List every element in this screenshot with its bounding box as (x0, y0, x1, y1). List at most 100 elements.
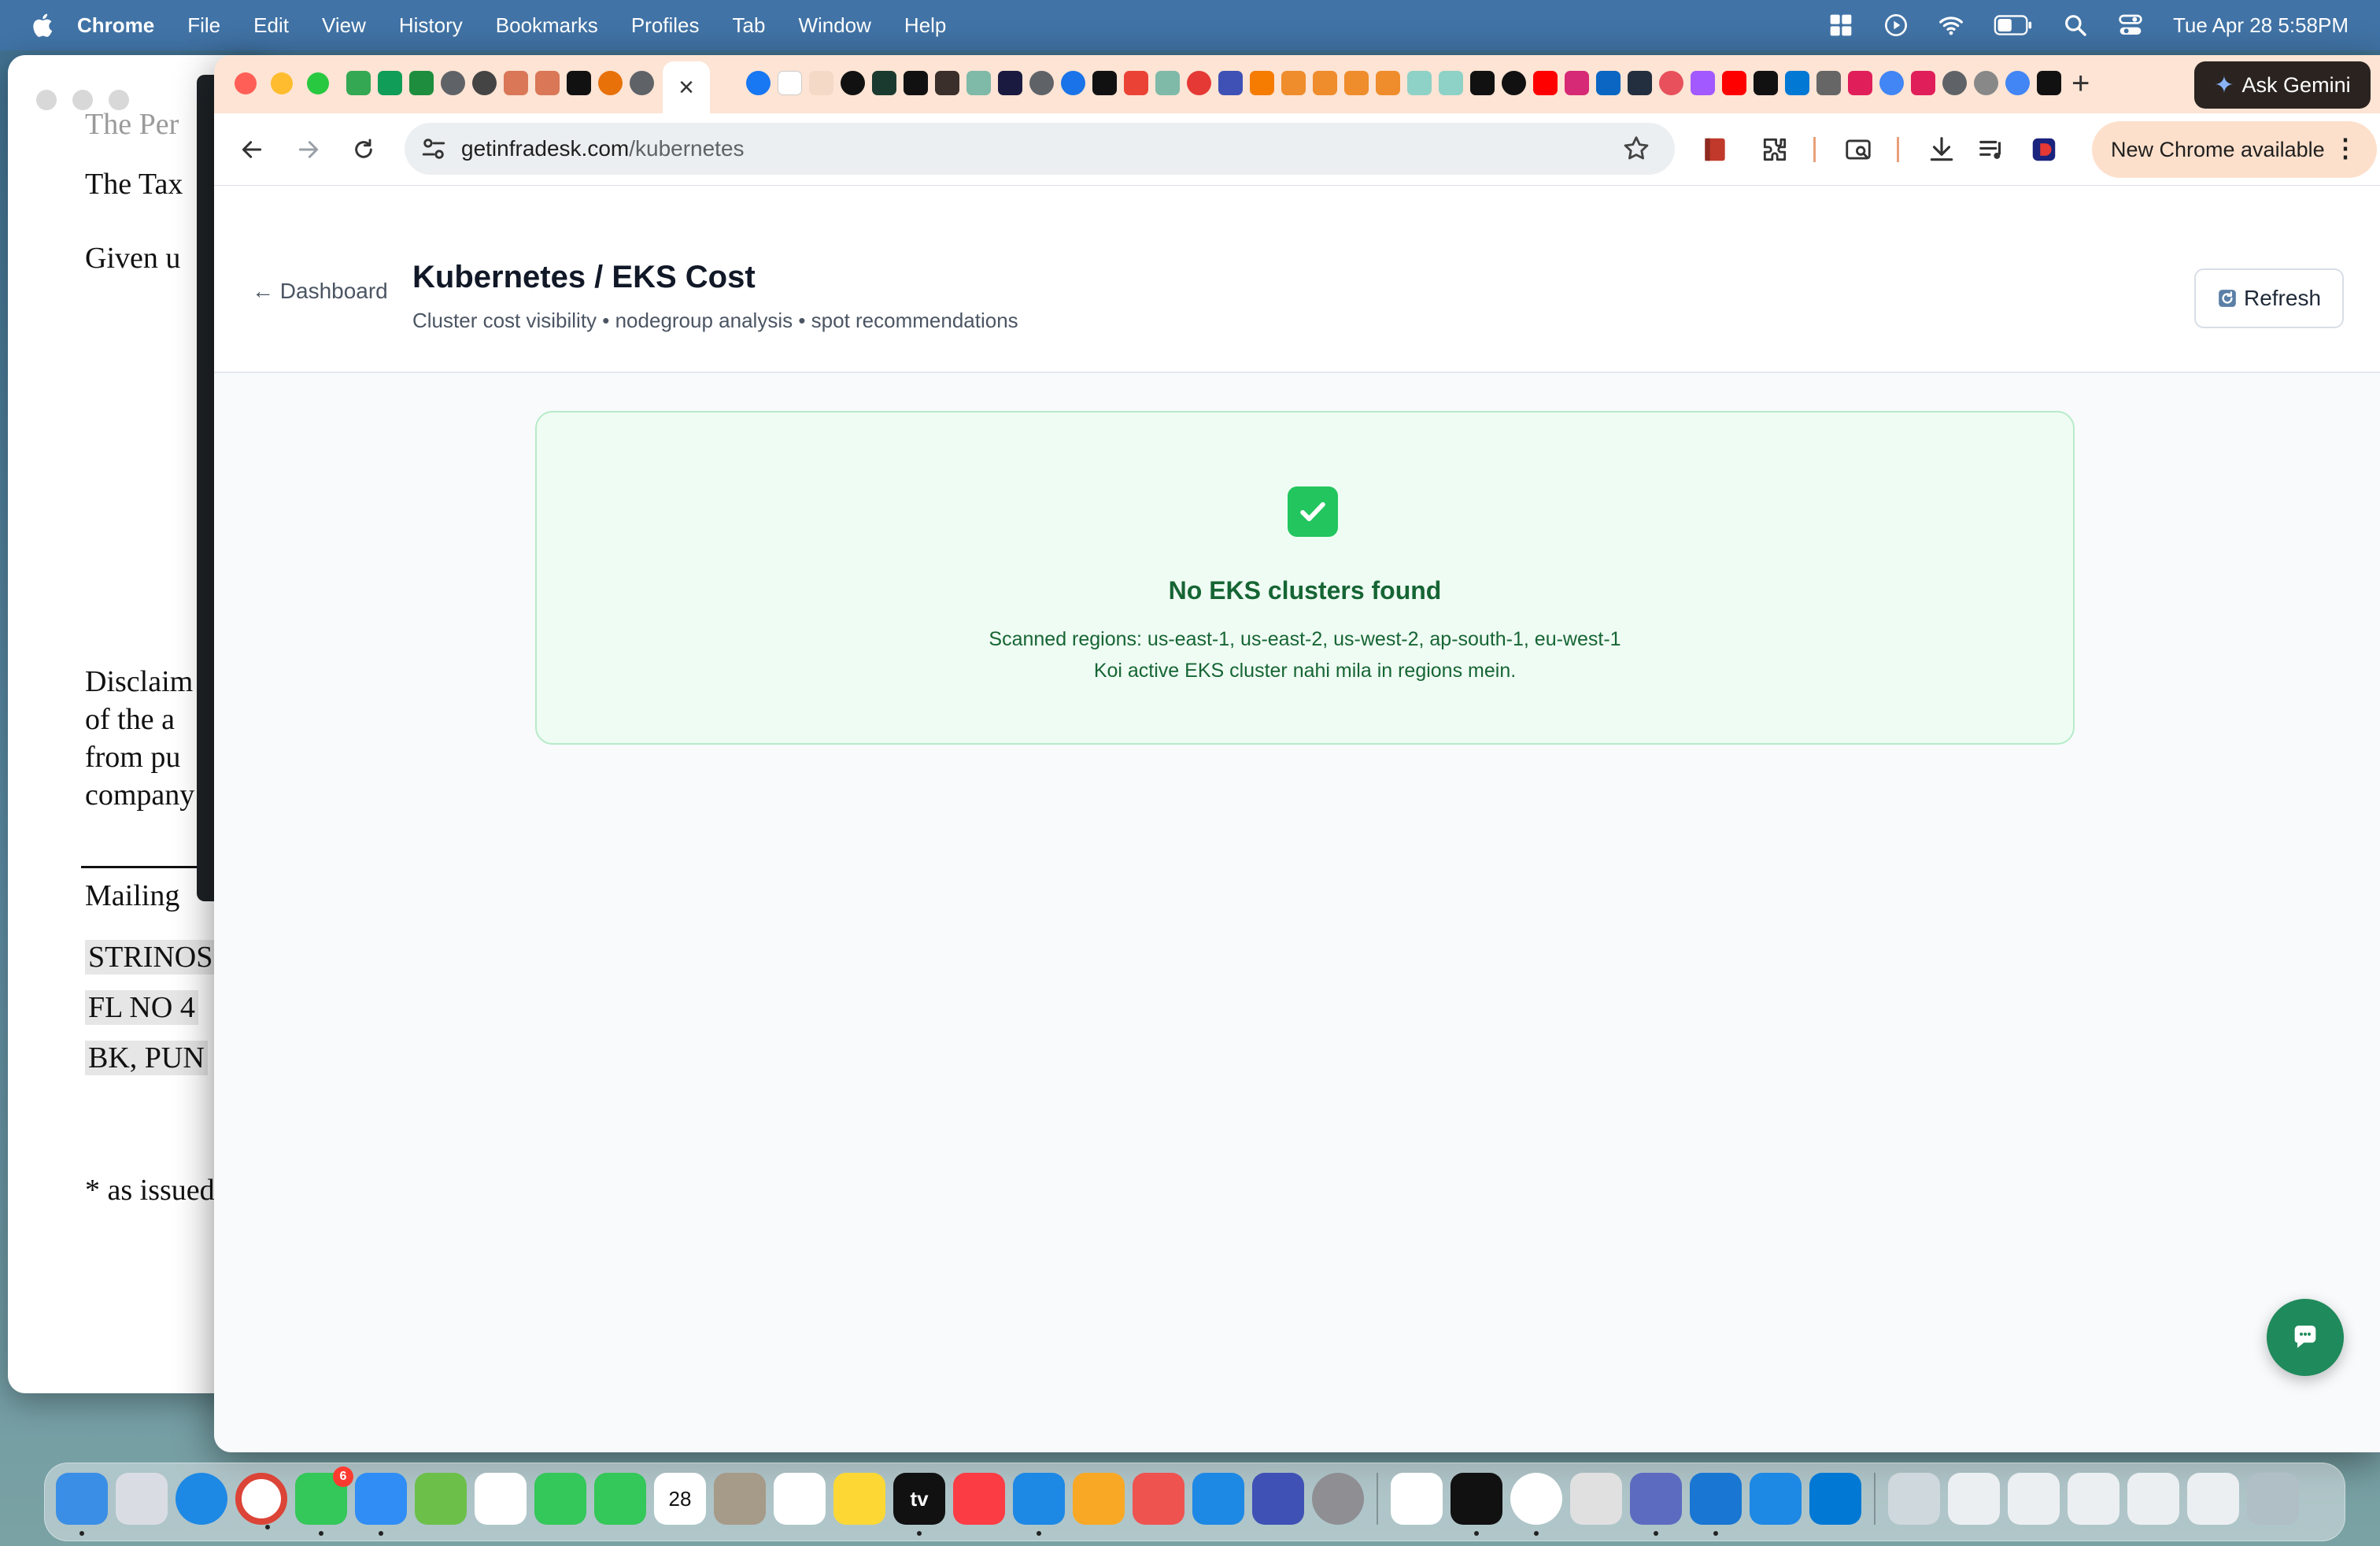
tab-favicon[interactable] (1848, 71, 1872, 95)
tab-search-icon[interactable] (1842, 133, 1875, 166)
tab-favicon[interactable] (2005, 71, 2030, 95)
menu-history[interactable]: History (399, 13, 463, 38)
back-arrow-icon[interactable] (231, 129, 272, 170)
tab-favicon[interactable] (1376, 71, 1400, 95)
tab-favicon[interactable] (1344, 71, 1369, 95)
simulator-icon[interactable] (1252, 1473, 1304, 1525)
windows-app-icon[interactable] (1809, 1473, 1861, 1525)
tab-favicon[interactable] (1281, 71, 1306, 95)
tab-favicon[interactable] (1502, 71, 1526, 95)
active-tab[interactable]: × (663, 61, 710, 113)
menu-view[interactable]: View (322, 13, 366, 38)
photos-icon[interactable] (475, 1473, 527, 1525)
tab-favicon[interactable] (2037, 71, 2061, 95)
feather-app-icon[interactable] (1570, 1473, 1622, 1525)
reminders-icon[interactable] (774, 1473, 826, 1525)
minimized-window-thumb[interactable] (2127, 1473, 2179, 1525)
menu-profiles[interactable]: Profiles (631, 13, 700, 38)
site-info-icon[interactable] (420, 135, 447, 162)
tab-favicon[interactable] (1911, 71, 1935, 95)
apple-tv-icon[interactable]: tv (893, 1473, 945, 1536)
menu-file[interactable]: File (187, 13, 220, 38)
launchpad-icon[interactable] (116, 1473, 168, 1525)
tab-close-icon[interactable]: × (678, 72, 694, 103)
tab-favicon[interactable] (966, 71, 991, 95)
profile-avatar-icon[interactable] (2027, 133, 2060, 166)
tab-favicon[interactable] (441, 71, 465, 95)
download-icon[interactable] (1925, 133, 1958, 166)
bookmark-star-icon[interactable] (1621, 134, 1651, 164)
reload-icon[interactable] (343, 129, 384, 170)
tab-favicon[interactable] (1879, 71, 1904, 95)
tab-favicon[interactable] (778, 71, 802, 95)
music-icon[interactable] (953, 1473, 1005, 1525)
messages-icon[interactable]: 6 (295, 1466, 353, 1536)
menu-help[interactable]: Help (904, 13, 946, 38)
rocket-app-icon[interactable] (1133, 1473, 1184, 1525)
tab-favicon[interactable] (1313, 71, 1337, 95)
window-zoom-button[interactable] (307, 72, 329, 94)
tab-favicon[interactable] (809, 71, 833, 95)
refresh-button[interactable]: Refresh (2194, 268, 2344, 328)
window-minimize-button[interactable] (271, 72, 293, 94)
tab-favicon[interactable] (1816, 71, 1841, 95)
trash-icon[interactable] (2247, 1473, 2299, 1525)
address-bar[interactable]: getinfradesk.com/kubernetes (405, 123, 1675, 175)
tab-favicon[interactable] (1722, 71, 1746, 95)
tab-favicon[interactable] (472, 71, 497, 95)
minimized-window-thumb[interactable] (2068, 1473, 2119, 1525)
quick-app-icon[interactable] (1750, 1473, 1802, 1525)
new-tab-button[interactable]: + (2071, 66, 2090, 102)
tab-favicon[interactable] (630, 71, 654, 95)
tab-favicon[interactable] (935, 71, 959, 95)
tab-favicon[interactable] (535, 71, 560, 95)
tab-favicon[interactable] (1250, 71, 1274, 95)
tab-favicon[interactable] (872, 71, 896, 95)
battery-icon[interactable] (1994, 13, 2033, 38)
media-controls-icon[interactable] (1975, 133, 2009, 166)
forward-arrow-icon[interactable] (288, 129, 329, 170)
tab-favicon[interactable] (1061, 71, 1085, 95)
phone-icon[interactable] (594, 1473, 646, 1525)
tab-favicon[interactable] (998, 71, 1022, 95)
spotlight-search-icon[interactable] (2063, 13, 2088, 38)
vscode-icon[interactable] (1690, 1473, 1742, 1536)
tab-favicon[interactable] (1407, 71, 1432, 95)
menu-tab[interactable]: Tab (733, 13, 766, 38)
tab-favicon[interactable] (504, 71, 528, 95)
tab-favicon[interactable] (1470, 71, 1495, 95)
maps-icon[interactable] (415, 1473, 467, 1525)
tab-favicon[interactable] (1187, 71, 1211, 95)
finder-icon[interactable] (56, 1473, 108, 1536)
chrome-icon[interactable] (235, 1473, 287, 1529)
db-app-icon[interactable] (1630, 1473, 1682, 1536)
menu-window[interactable]: Window (798, 13, 870, 38)
menubar-clock[interactable]: Tue Apr 28 5:58PM (2173, 13, 2349, 38)
control-center-icon[interactable] (2118, 13, 2143, 38)
ask-gemini-button[interactable]: ✦ Ask Gemini (2194, 61, 2371, 109)
tab-favicon[interactable] (1155, 71, 1180, 95)
minimized-window-thumb[interactable] (2008, 1473, 2060, 1525)
tab-favicon[interactable] (1974, 71, 1998, 95)
tab-favicon[interactable] (1439, 71, 1463, 95)
tab-favicon[interactable] (1691, 71, 1715, 95)
tab-favicon[interactable] (1785, 71, 1809, 95)
tab-favicon[interactable] (1565, 71, 1589, 95)
doc-close-button[interactable] (36, 90, 57, 110)
app-store-icon[interactable] (1192, 1473, 1244, 1525)
apple-menu-icon[interactable] (30, 12, 54, 39)
tab-favicon[interactable] (598, 71, 623, 95)
tab-favicon[interactable] (1124, 71, 1148, 95)
facetime-icon[interactable] (534, 1473, 586, 1525)
tab-favicon[interactable] (1533, 71, 1558, 95)
window-close-button[interactable] (235, 72, 257, 94)
system-settings-icon[interactable] (1312, 1473, 1364, 1525)
wifi-icon[interactable] (1938, 13, 1964, 38)
tab-favicon[interactable] (1659, 71, 1683, 95)
extensions-puzzle-icon[interactable] (1758, 133, 1791, 166)
downloads-stack-icon[interactable] (1888, 1473, 1940, 1525)
pages-icon[interactable] (1073, 1473, 1125, 1525)
tab-favicon[interactable] (1218, 71, 1243, 95)
numbers-icon[interactable] (1391, 1473, 1443, 1525)
calendar-icon[interactable]: 28 (654, 1473, 706, 1525)
